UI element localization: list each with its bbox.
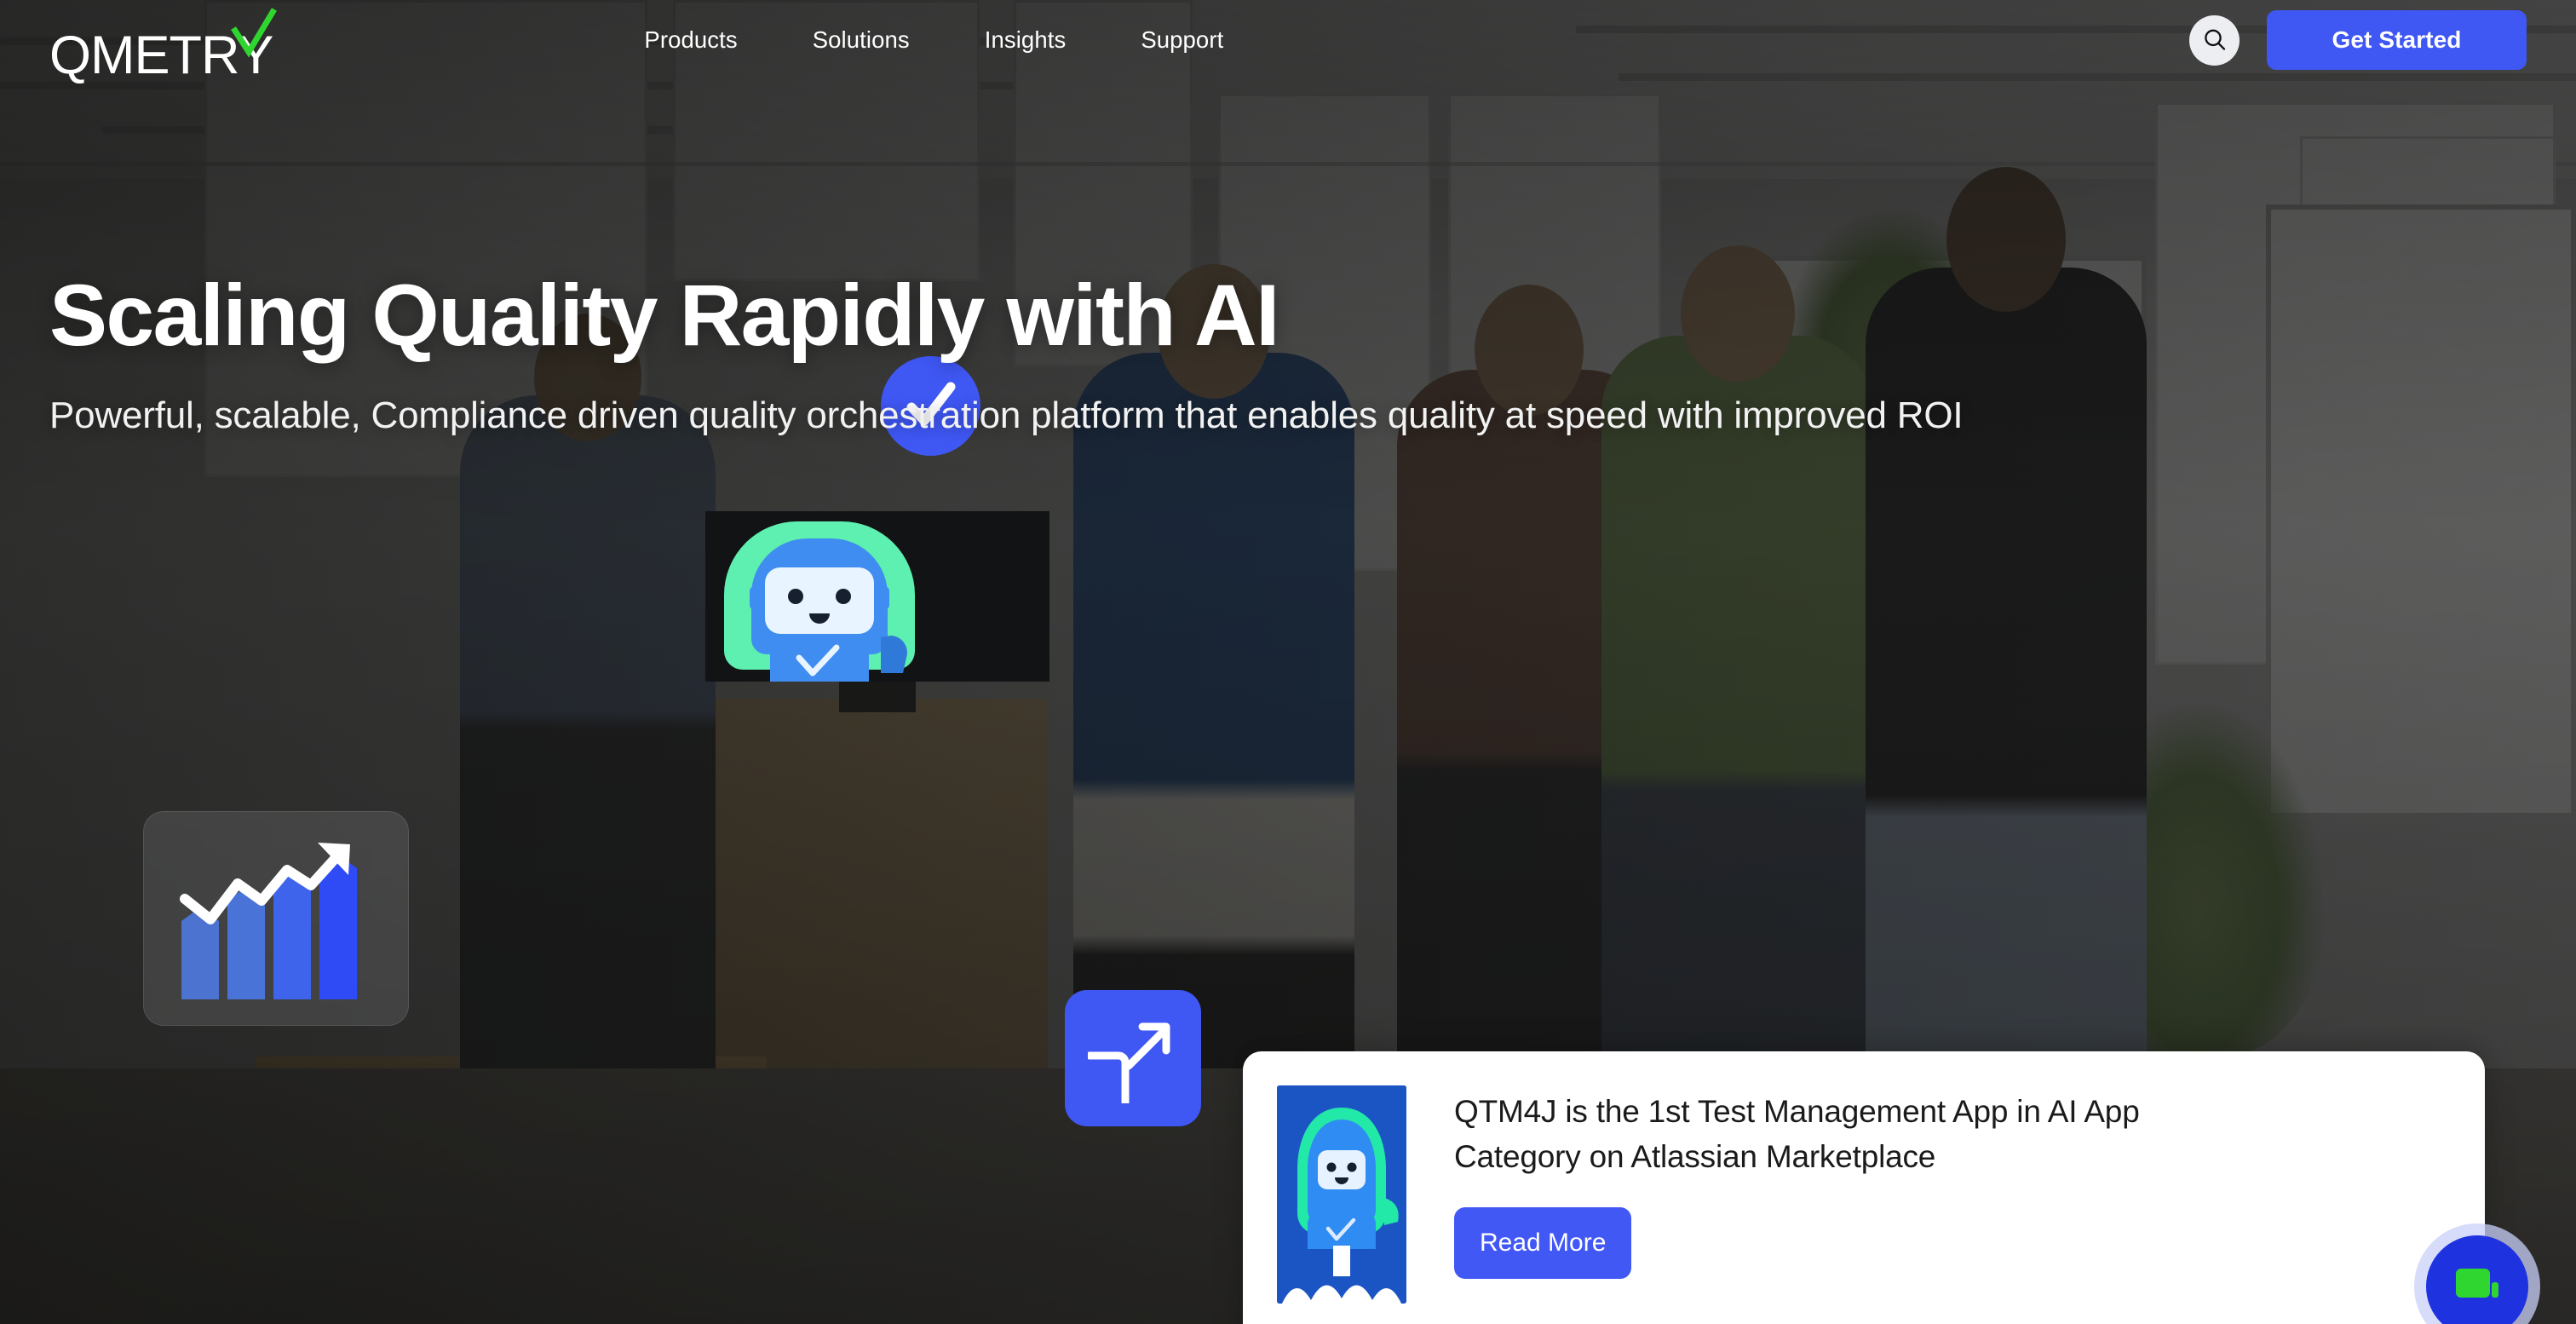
announcement-card: QTM4J is the 1st Test Management App in … — [1243, 1051, 2485, 1324]
nav-item-solutions[interactable]: Solutions — [775, 26, 947, 54]
hero-subtitle: Powerful, scalable, Compliance driven qu… — [49, 394, 1964, 437]
qmetry-logo[interactable]: QMETRY — [49, 3, 278, 83]
expand-tile — [1065, 990, 1201, 1126]
chat-bubble-icon — [2456, 1269, 2498, 1298]
expand-arrow-icon — [1088, 1022, 1170, 1103]
search-button[interactable] — [2189, 14, 2240, 66]
growth-chart-icon — [180, 843, 357, 999]
main-navigation: Products Solutions Insights Support — [607, 26, 1261, 54]
announcement-body: QTM4J is the 1st Test Management App in … — [1454, 1085, 2272, 1324]
nav-item-support[interactable]: Support — [1103, 26, 1261, 54]
read-more-button[interactable]: Read More — [1454, 1206, 1632, 1279]
announcement-thumbnail — [1277, 1085, 1406, 1304]
page-title: Scaling Quality Rapidly with AI — [49, 267, 1279, 364]
site-header: QMETRY Products Solutions Insights Suppo… — [0, 0, 2576, 83]
get-started-button[interactable]: Get Started — [2267, 10, 2527, 70]
robot-mascot-screen — [705, 511, 1049, 682]
announcement-title: QTM4J is the 1st Test Management App in … — [1454, 1094, 2140, 1175]
search-icon — [2204, 29, 2225, 50]
nav-item-insights[interactable]: Insights — [947, 26, 1104, 54]
rocket-robot-thumbnail — [1277, 1085, 1406, 1304]
hero-copy: Scaling Quality Rapidly with AI Powerful… — [49, 267, 1964, 443]
hero-stage: QMETRY Products Solutions Insights Suppo… — [0, 0, 2576, 1324]
robot-mascot-icon — [705, 511, 1049, 682]
growth-chart-card — [143, 811, 409, 1026]
logo-check-icon — [231, 8, 278, 58]
nav-item-products[interactable]: Products — [607, 26, 774, 54]
